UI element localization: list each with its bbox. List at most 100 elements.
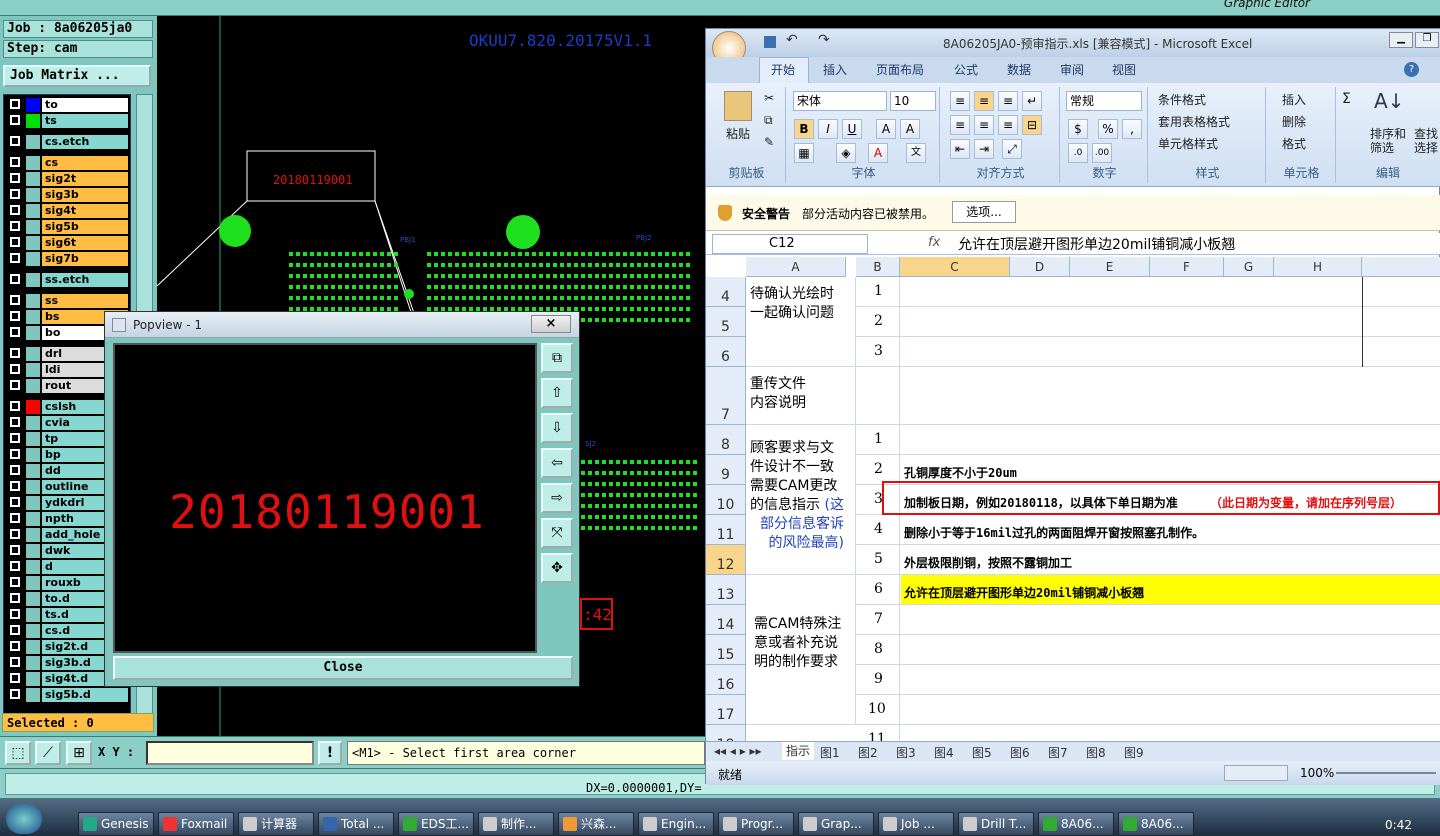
col-header-H[interactable]: H (1274, 257, 1362, 277)
layer-name[interactable]: sig3b (42, 188, 128, 202)
index-cell[interactable]: 2 (874, 313, 883, 329)
layer-name[interactable]: cs.etch (42, 135, 128, 149)
index-cell[interactable]: 1 (874, 283, 883, 299)
taskbar-item-10[interactable]: Job ... (878, 812, 954, 836)
start-button[interactable] (6, 804, 42, 834)
layer-color-swatch[interactable] (26, 656, 40, 670)
indent-increase-icon[interactable]: ⇥ (974, 139, 994, 159)
layer-name[interactable]: sig5b (42, 220, 128, 234)
percent-icon[interactable]: % (1098, 119, 1118, 139)
index-cell[interactable]: 7 (874, 611, 883, 627)
layer-color-swatch[interactable] (26, 672, 40, 686)
layer-checkbox[interactable] (10, 481, 20, 491)
sheet-tab-8[interactable]: 图8 (1086, 744, 1106, 761)
layer-checkbox[interactable] (10, 401, 20, 411)
delete-cells-button[interactable]: 删除 (1282, 113, 1306, 130)
zoom-fit-icon[interactable]: ⤧ (541, 518, 573, 548)
layer-color-swatch[interactable] (26, 204, 40, 218)
paste-icon[interactable] (724, 91, 752, 121)
redo-icon[interactable]: ↷ (818, 32, 830, 48)
row-header-5[interactable]: 5 (706, 307, 746, 337)
layer-color-swatch[interactable] (26, 220, 40, 234)
layer-color-swatch[interactable] (26, 326, 40, 340)
comma-icon[interactable]: , (1122, 119, 1142, 139)
restore-icon[interactable]: ❐ (1415, 32, 1439, 48)
taskbar-item-5[interactable]: 制作... (478, 812, 554, 836)
layer-checkbox[interactable] (10, 205, 20, 215)
tab-view[interactable]: 视图 (1112, 61, 1136, 78)
layer-name[interactable]: sig4t (42, 204, 128, 218)
layer-color-swatch[interactable] (26, 363, 40, 377)
measure-icon[interactable]: ⟋ (35, 741, 61, 765)
merged-cell-A-4[interactable]: 需CAM特殊注 意或者补充说 明的制作要求 (746, 575, 856, 725)
sheet-tab-6[interactable]: 图6 (1010, 744, 1030, 761)
index-cell[interactable]: 11 (868, 731, 886, 741)
taskbar-item-12[interactable]: 8A06... (1038, 812, 1114, 836)
layer-color-swatch[interactable] (26, 576, 40, 590)
layer-checkbox[interactable] (10, 545, 20, 555)
layer-checkbox[interactable] (10, 380, 20, 390)
layer-checkbox[interactable] (10, 625, 20, 635)
row-header-4[interactable]: 4 (706, 277, 746, 307)
col-header-G[interactable]: G (1224, 257, 1274, 277)
layer-checkbox[interactable] (10, 99, 20, 109)
popview-titlebar[interactable]: Popview - 1 × (105, 312, 579, 338)
shrink-font-button[interactable]: A (900, 119, 920, 139)
popview-close-icon[interactable]: × (531, 315, 571, 333)
col-header-F[interactable]: F (1150, 257, 1224, 277)
merged-cell-A-2[interactable]: 重传文件 内容说明 (746, 367, 856, 425)
layer-row-sig2t[interactable]: sig2t (8, 172, 128, 186)
sort-filter-button[interactable]: 排序和 筛选 (1370, 127, 1406, 155)
index-cell[interactable]: 2 (874, 461, 883, 477)
tab-home[interactable]: 开始 (771, 61, 795, 78)
tab-data[interactable]: 数据 (1007, 61, 1031, 78)
layer-checkbox[interactable] (10, 237, 20, 247)
sheet-tab-5[interactable]: 图5 (972, 744, 992, 761)
row-header-8[interactable]: 8 (706, 425, 746, 455)
layer-name[interactable]: to (42, 98, 128, 112)
taskbar-item-8[interactable]: Progr... (718, 812, 794, 836)
find-select-button[interactable]: 查找 选择 (1414, 127, 1438, 155)
font-name-dropdown[interactable]: 宋体 (793, 91, 887, 111)
col-header-E[interactable]: E (1070, 257, 1150, 277)
security-options-button[interactable]: 选项... (952, 201, 1016, 223)
layer-checkbox[interactable] (10, 593, 20, 603)
indent-decrease-icon[interactable]: ⇤ (950, 139, 970, 159)
layer-color-swatch[interactable] (26, 98, 40, 112)
layer-checkbox[interactable] (10, 465, 20, 475)
layer-color-swatch[interactable] (26, 135, 40, 149)
layer-checkbox[interactable] (10, 609, 20, 619)
row-header-15[interactable]: 15 (706, 635, 746, 665)
index-cell[interactable]: 4 (874, 521, 883, 537)
layer-checkbox[interactable] (10, 433, 20, 443)
layer-checkbox[interactable] (10, 364, 20, 374)
layer-color-swatch[interactable] (26, 379, 40, 393)
layer-color-swatch[interactable] (26, 608, 40, 622)
index-cell[interactable]: 10 (868, 701, 886, 717)
zoom-window-icon[interactable]: ⧉ (541, 343, 573, 373)
layer-checkbox[interactable] (10, 253, 20, 263)
layer-checkbox[interactable] (10, 449, 20, 459)
cell-c8[interactable]: 孔铜厚度不小于20um (904, 464, 1017, 481)
layer-checkbox[interactable] (10, 274, 20, 284)
cut-icon[interactable]: ✂ (764, 91, 774, 105)
layer-checkbox[interactable] (10, 157, 20, 167)
align-top-icon[interactable]: ≡ (950, 91, 970, 111)
merged-cell-A-3[interactable]: 顾客要求与文 件设计不一致 需要CAM更改 的信息指示 (这 部分信息客诉 的风险… (746, 425, 856, 575)
layer-color-swatch[interactable] (26, 310, 40, 324)
layer-name[interactable]: ss.etch (42, 273, 128, 287)
format-painter-icon[interactable]: ✎ (764, 135, 774, 149)
layer-row-ss.etch[interactable]: ss.etch (8, 273, 128, 287)
taskbar-item-13[interactable]: 8A06... (1118, 812, 1194, 836)
taskbar-item-3[interactable]: Total ... (318, 812, 394, 836)
layer-row-sig3b[interactable]: sig3b (8, 188, 128, 202)
layer-color-swatch[interactable] (26, 480, 40, 494)
index-cell[interactable]: 3 (874, 343, 883, 359)
tab-formulas[interactable]: 公式 (954, 61, 978, 78)
layer-row-cs.etch[interactable]: cs.etch (8, 135, 128, 149)
merge-icon[interactable]: ⊟ (1022, 115, 1042, 135)
layer-row-sig7b[interactable]: sig7b (8, 252, 128, 266)
cell-styles-button[interactable]: 单元格样式 (1158, 135, 1218, 152)
taskbar-item-0[interactable]: Genesis (78, 812, 154, 836)
taskbar-item-4[interactable]: EDS工... (398, 812, 474, 836)
